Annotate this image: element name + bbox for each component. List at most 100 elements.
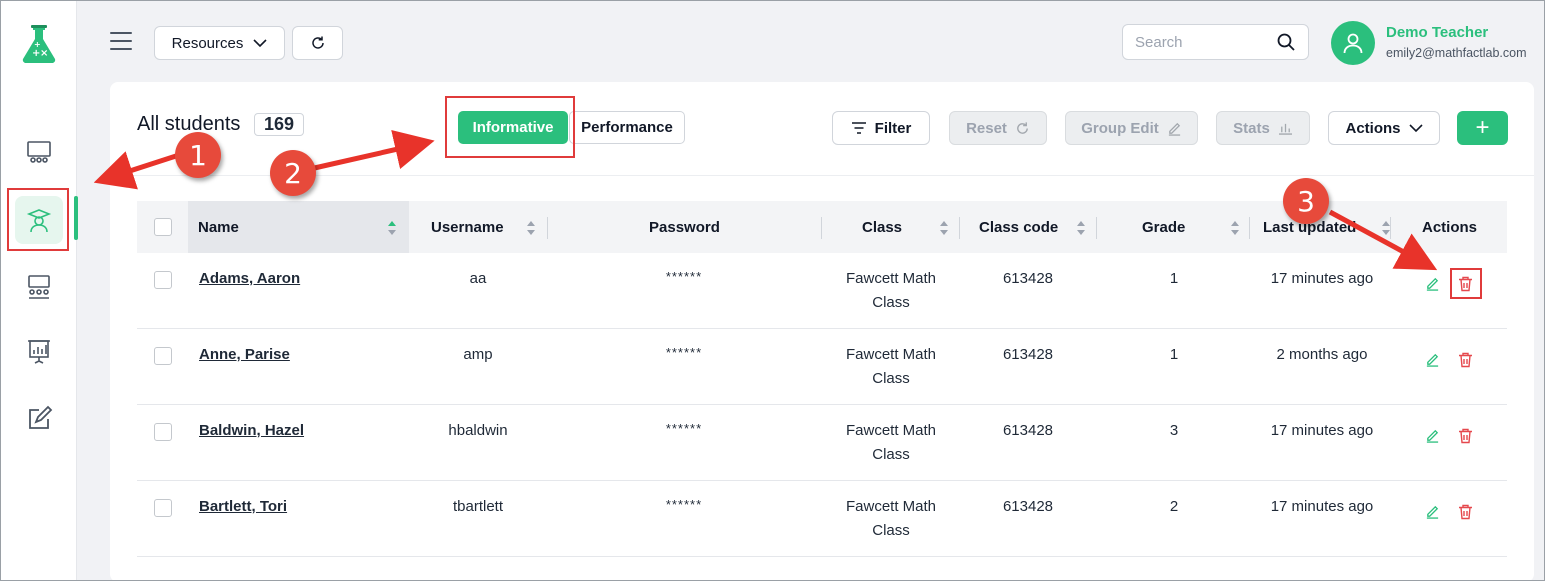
sidebar: + × + [1,1,77,580]
reset-button[interactable]: Reset [949,111,1047,145]
classroom-icon[interactable] [15,129,63,177]
column-label: Password [649,218,720,236]
class-cell: Fawcett Math Class [831,267,951,315]
column-header-name[interactable]: Name [188,201,409,253]
sort-icon[interactable] [1076,220,1086,236]
app-logo-icon[interactable]: + × + [19,23,59,65]
trash-icon[interactable] [1458,504,1473,520]
tab-performance[interactable]: Performance [569,111,685,144]
select-all-checkbox[interactable] [154,218,172,236]
password-cell: ****** [665,497,703,512]
class-line: Class [872,294,910,311]
user-name[interactable]: Demo Teacher [1386,24,1488,41]
column-label: Name [198,218,239,236]
grade-cell: 1 [1169,270,1179,287]
sort-icon[interactable] [526,220,536,236]
student-count-badge: 169 [254,113,305,136]
row-checkbox[interactable] [154,423,172,441]
refresh-icon [1017,121,1028,134]
last-updated-cell: 17 minutes ago [1270,422,1374,439]
password-cell: ****** [665,345,703,360]
user-email: emily2@mathfactlab.com [1386,46,1527,60]
presentation-chart-icon[interactable] [15,327,63,375]
username-cell: hbaldwin [448,422,508,439]
search-icon[interactable] [1276,32,1296,52]
sort-ascending-icon [388,221,396,235]
resources-dropdown[interactable]: Resources [154,26,285,60]
password-cell: ****** [665,421,703,436]
table-row: Adams, Aaron aa ****** Fawcett Math Class… [137,253,1507,329]
chevron-down-icon [253,39,267,48]
column-header-username[interactable]: Username [431,201,504,253]
annotation-step-3: 3 [1283,178,1329,224]
row-checkbox[interactable] [154,347,172,365]
password-cell: ****** [665,269,703,284]
table-row: Bartlett, Tori tbartlett ****** Fawcett … [137,481,1507,557]
search-box [1122,24,1309,60]
add-student-button[interactable]: + [1457,111,1508,145]
class-cell: Fawcett Math Class [831,495,951,543]
annotation-step-2: 2 [270,150,316,196]
trash-icon[interactable] [1458,276,1473,292]
username-cell: aa [469,270,487,287]
reset-label: Reset [966,119,1007,137]
active-nav-indicator [74,196,78,240]
student-name-link[interactable]: Anne, Parise [199,343,290,367]
class-code-cell: 613428 [1002,422,1054,439]
class-code-cell: 613428 [1002,498,1054,515]
filter-button[interactable]: Filter [832,111,930,145]
column-label: Username [431,218,504,236]
group-edit-label: Group Edit [1081,119,1159,137]
stats-label: Stats [1233,119,1270,137]
column-header-class-code[interactable]: Class code [979,201,1058,253]
avatar[interactable] [1331,21,1375,65]
pencil-icon [1168,122,1180,136]
menu-toggle-icon[interactable] [110,32,132,52]
actions-dropdown[interactable]: Actions [1328,111,1440,145]
row-checkbox[interactable] [154,271,172,289]
class-line: Fawcett Math [845,270,937,287]
row-checkbox[interactable] [154,499,172,517]
column-label: Class [862,218,903,236]
last-updated-cell: 17 minutes ago [1270,270,1374,287]
trash-icon[interactable] [1458,428,1473,444]
edit-pencil-icon[interactable] [1425,352,1440,367]
username-cell: amp [463,346,493,363]
edit-pencil-icon[interactable] [1425,276,1440,291]
class-line: Fawcett Math [845,346,937,363]
groups-icon[interactable] [15,263,63,311]
edit-icon[interactable] [15,395,63,443]
group-edit-button[interactable]: Group Edit [1065,111,1198,145]
search-input[interactable] [1135,33,1265,51]
sort-icon[interactable] [939,220,949,236]
column-label: Grade [1142,218,1186,236]
divider [110,175,1534,176]
trash-icon[interactable] [1458,352,1473,368]
student-name-link[interactable]: Adams, Aaron [199,267,300,291]
class-code-cell: 613428 [1002,270,1054,287]
chevron-down-icon [1408,124,1423,133]
column-header-class[interactable]: Class [862,201,902,253]
edit-pencil-icon[interactable] [1425,428,1440,443]
column-label: Class code [979,218,1059,236]
refresh-button[interactable] [292,26,343,60]
class-line: Fawcett Math [845,498,937,515]
svg-text:+: + [34,40,41,49]
refresh-icon [311,36,324,49]
username-cell: tbartlett [452,498,504,515]
last-updated-cell: 17 minutes ago [1270,498,1374,515]
column-header-grade[interactable]: Grade [1142,201,1185,253]
student-name-link[interactable]: Bartlett, Tori [199,495,287,519]
student-icon[interactable] [15,196,63,244]
resources-label: Resources [171,34,244,52]
sort-icon[interactable] [1230,220,1240,236]
student-name-link[interactable]: Baldwin, Hazel [199,419,304,443]
tab-informative[interactable]: Informative [458,111,568,144]
filter-label: Filter [874,119,912,137]
grade-cell: 1 [1169,346,1179,363]
grade-cell: 3 [1169,422,1179,439]
edit-pencil-icon[interactable] [1425,504,1440,519]
stats-button[interactable]: Stats [1216,111,1310,145]
class-line: Class [872,370,910,387]
page-title: All students [137,113,241,135]
